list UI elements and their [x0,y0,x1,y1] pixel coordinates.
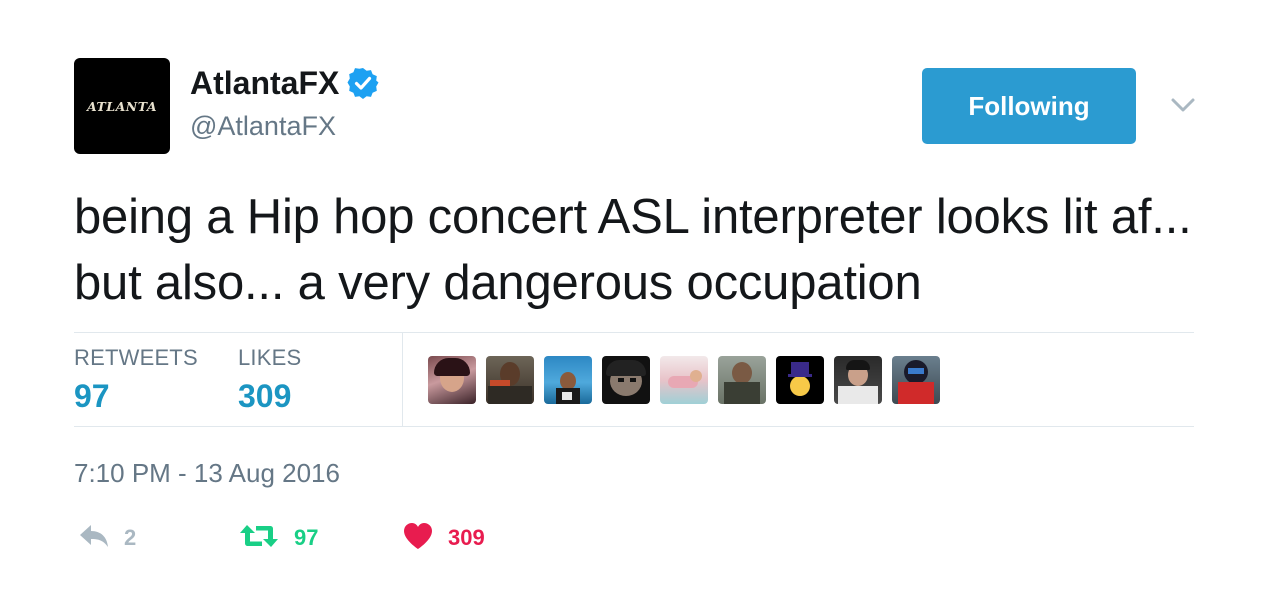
likes-label: LIKES [238,345,302,370]
reply-count: 2 [124,525,137,550]
tweet-card: ATLANTA AtlantaFX @AtlantaFX Following b… [0,0,1272,616]
verified-badge-icon [347,67,379,99]
display-name[interactable]: AtlantaFX [190,63,339,103]
reply-button[interactable]: 2 [78,520,136,556]
liker-avatar[interactable] [544,356,592,404]
retweet-count: 97 [294,525,319,550]
chevron-down-icon[interactable] [1168,90,1198,120]
retweet-button[interactable]: 97 [238,520,318,556]
tweet-text: being a Hip hop concert ASL interpreter … [74,190,1192,310]
retweets-label: RETWEETS [74,345,198,370]
like-button[interactable]: 309 [402,520,485,556]
retweets-stat[interactable]: RETWEETS 97 [74,344,198,418]
reply-icon [78,522,110,555]
retweets-count: 97 [74,378,110,414]
tweet-timestamp[interactable]: 7:10 PM - 13 Aug 2016 [74,457,340,489]
likers-avatars [428,356,940,404]
likes-stat[interactable]: LIKES 309 [238,344,301,418]
liker-avatar[interactable] [602,356,650,404]
liker-avatar[interactable] [834,356,882,404]
like-count: 309 [448,525,485,550]
liker-avatar[interactable] [660,356,708,404]
display-name-row[interactable]: AtlantaFX [190,63,379,103]
stats-divider-bottom [74,426,1194,427]
stats-divider-top [74,332,1194,333]
stats-vertical-divider [402,333,403,426]
liker-avatar[interactable] [776,356,824,404]
liker-avatar[interactable] [428,356,476,404]
user-handle[interactable]: @AtlantaFX [190,110,336,142]
liker-avatar[interactable] [892,356,940,404]
heart-icon [402,521,434,556]
likes-count: 309 [238,378,292,414]
avatar-logo-text: ATLANTA [86,98,158,114]
retweet-icon [238,521,280,556]
following-button[interactable]: Following [922,68,1136,144]
liker-avatar[interactable] [486,356,534,404]
liker-avatar[interactable] [718,356,766,404]
profile-avatar[interactable]: ATLANTA [74,58,170,154]
